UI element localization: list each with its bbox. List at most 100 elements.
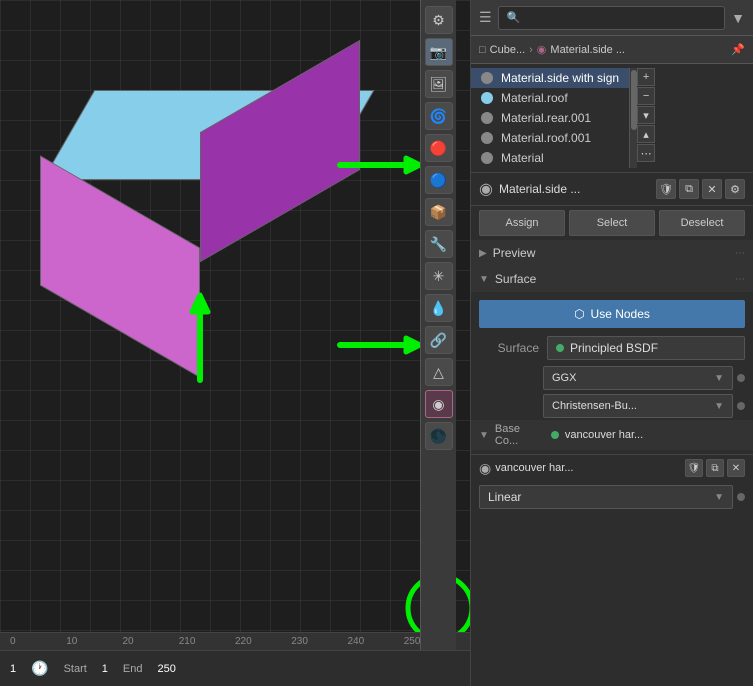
timeline-numbers: 0 10 20 210 220 230 240 250 (0, 632, 470, 650)
pin-icon[interactable]: 📌 (731, 43, 745, 56)
material-more-button[interactable]: ⋯ (637, 144, 655, 162)
material-item-2[interactable]: Material.rear.001 (471, 108, 629, 128)
properties-panel: ☰ ▼ □ Cube... › ◉ Material.side ... 📌 Ma… (470, 0, 753, 686)
use-nodes-button[interactable]: ⬡ Use Nodes (479, 300, 745, 328)
tool-material-icon[interactable]: ◉ (425, 390, 453, 418)
timeline-start-value: 1 (102, 663, 108, 675)
preview-section-dots: ⋯ (735, 248, 745, 259)
christensen-dot (737, 402, 745, 410)
material-list-scroll-thumb[interactable] (631, 70, 637, 130)
material-slot-icon: ◉ (479, 179, 493, 199)
linear-dropdown[interactable]: Linear ▼ (479, 485, 733, 509)
linear-arrow-icon: ▼ (714, 492, 724, 503)
christensen-dropdown[interactable]: Christensen-Bu... ▼ (543, 394, 733, 418)
material-item-0[interactable]: Material.side with sign (471, 68, 629, 88)
base-color-value: vancouver har... (565, 429, 745, 441)
tool-render-icon[interactable]: 📷 (425, 38, 453, 66)
preview-toggle-icon: ▶ (479, 248, 487, 259)
tool-physics-icon[interactable]: 💧 (425, 294, 453, 322)
material-remove-button[interactable]: − (637, 87, 655, 105)
material-item-4[interactable]: Material (471, 148, 629, 168)
tool-particles-icon[interactable]: ✳ (425, 262, 453, 290)
tool-object-icon[interactable]: 📦 (425, 198, 453, 226)
material-name-0: Material.side with sign (501, 71, 619, 85)
viewport-container: 0 10 20 210 220 230 240 250 1 🕐 Start 1 … (0, 0, 470, 686)
material-name-1: Material.roof (501, 91, 568, 105)
linear-label: Linear (488, 490, 521, 504)
bottom-mat-icon: ◉ (479, 460, 491, 477)
timeline-current-frame: 1 (10, 663, 16, 675)
material-list: Material.side with sign Material.roof Ma… (471, 68, 629, 168)
material-up-button[interactable]: ▴ (637, 125, 655, 143)
material-dot-0 (481, 72, 493, 84)
surface-section-dots: ⋯ (735, 274, 745, 285)
material-down-button[interactable]: ▾ (637, 106, 655, 124)
material-item-1[interactable]: Material.roof (471, 88, 629, 108)
christensen-row: Christensen-Bu... ▼ (471, 392, 753, 420)
tool-modifier-icon[interactable]: 🔧 (425, 230, 453, 258)
tool-constraints-icon[interactable]: 🔗 (425, 326, 453, 354)
material-list-scrollbar[interactable] (629, 68, 637, 168)
assign-button[interactable]: Assign (479, 210, 565, 236)
material-settings-button[interactable]: ⚙ (725, 179, 745, 199)
deselect-button[interactable]: Deselect (659, 210, 745, 236)
base-color-dot (551, 431, 559, 439)
tool-scene-icon[interactable]: 🔴 (425, 134, 453, 162)
material-item-3[interactable]: Material.roof.001 (471, 128, 629, 148)
surface-property-label: Surface (479, 341, 539, 355)
ggx-dropdown[interactable]: GGX ▼ (543, 366, 733, 390)
viewport[interactable] (0, 0, 470, 650)
surface-section-header[interactable]: ▼ Surface ⋯ (471, 266, 753, 292)
timeline-clock-icon: 🕐 (31, 660, 48, 677)
breadcrumb-material[interactable]: Material.side ... (550, 44, 625, 56)
material-side-controls: + − ▾ ▴ ⋯ (637, 68, 655, 168)
tool-output-icon[interactable]: 🖼 (425, 70, 453, 98)
timeline-start-label: Start (64, 663, 87, 675)
timeline-bar: 1 🕐 Start 1 End 250 (0, 650, 470, 686)
use-nodes-icon: ⬡ (574, 307, 584, 321)
material-slot-section: ◉ Material.side ... 🛡 ⧉ ✕ ⚙ (471, 173, 753, 206)
tool-shading-icon[interactable]: 🌑 (425, 422, 453, 450)
tool-world-icon[interactable]: 🔵 (425, 166, 453, 194)
christensen-arrow-icon: ▼ (714, 401, 724, 412)
material-list-section: Material.side with sign Material.roof Ma… (471, 64, 753, 173)
linear-dot (737, 493, 745, 501)
ggx-row: GGX ▼ (471, 364, 753, 392)
tool-data-icon[interactable]: △ (425, 358, 453, 386)
base-color-row: ▼ Base Co... vancouver har... (471, 420, 753, 450)
bottom-copy-button[interactable]: ⧉ (706, 459, 724, 477)
principled-bsdf-selector[interactable]: Principled BSDF (547, 336, 745, 360)
breadcrumb-material-icon: ◉ (537, 43, 547, 56)
breadcrumb-separator: › (529, 44, 533, 56)
properties-menu-icon[interactable]: ☰ (479, 9, 492, 26)
breadcrumb-object-icon: □ (479, 44, 486, 56)
bottom-mat-actions: 🛡 ⧉ ✕ (685, 459, 745, 477)
christensen-label: Christensen-Bu... (552, 400, 637, 412)
tool-properties-icon[interactable]: ⚙ (425, 6, 453, 34)
search-input[interactable] (498, 6, 726, 30)
material-list-wrapper: Material.side with sign Material.roof Ma… (471, 68, 753, 168)
tool-view-layer-icon[interactable]: 🌀 (425, 102, 453, 130)
viewport-canvas (0, 0, 470, 650)
material-shield-button[interactable]: 🛡 (656, 179, 676, 199)
surface-section-title: Surface (495, 272, 729, 286)
surface-section-content: ⬡ Use Nodes Surface Principled BSDF GGX … (471, 292, 753, 454)
surface-toggle-icon: ▼ (479, 274, 489, 285)
material-slot-row: ◉ Material.side ... 🛡 ⧉ ✕ ⚙ (479, 179, 745, 199)
ggx-label: GGX (552, 372, 576, 384)
base-color-toggle-icon[interactable]: ▼ (479, 430, 489, 441)
material-copy-button[interactable]: ⧉ (679, 179, 699, 199)
select-button[interactable]: Select (569, 210, 655, 236)
bottom-shield-button[interactable]: 🛡 (685, 459, 703, 477)
material-add-button[interactable]: + (637, 68, 655, 86)
base-color-label: Base Co... (495, 423, 545, 447)
preview-section-header[interactable]: ▶ Preview ⋯ (471, 240, 753, 266)
bottom-unlink-button[interactable]: ✕ (727, 459, 745, 477)
properties-options-icon[interactable]: ▼ (731, 10, 745, 26)
assign-select-row: Assign Select Deselect (471, 206, 753, 240)
timeline-end-label: End (123, 663, 143, 675)
material-unlink-button[interactable]: ✕ (702, 179, 722, 199)
breadcrumb-object[interactable]: Cube... (490, 44, 525, 56)
breadcrumb: □ Cube... › ◉ Material.side ... 📌 (471, 36, 753, 64)
material-dot-2 (481, 112, 493, 124)
